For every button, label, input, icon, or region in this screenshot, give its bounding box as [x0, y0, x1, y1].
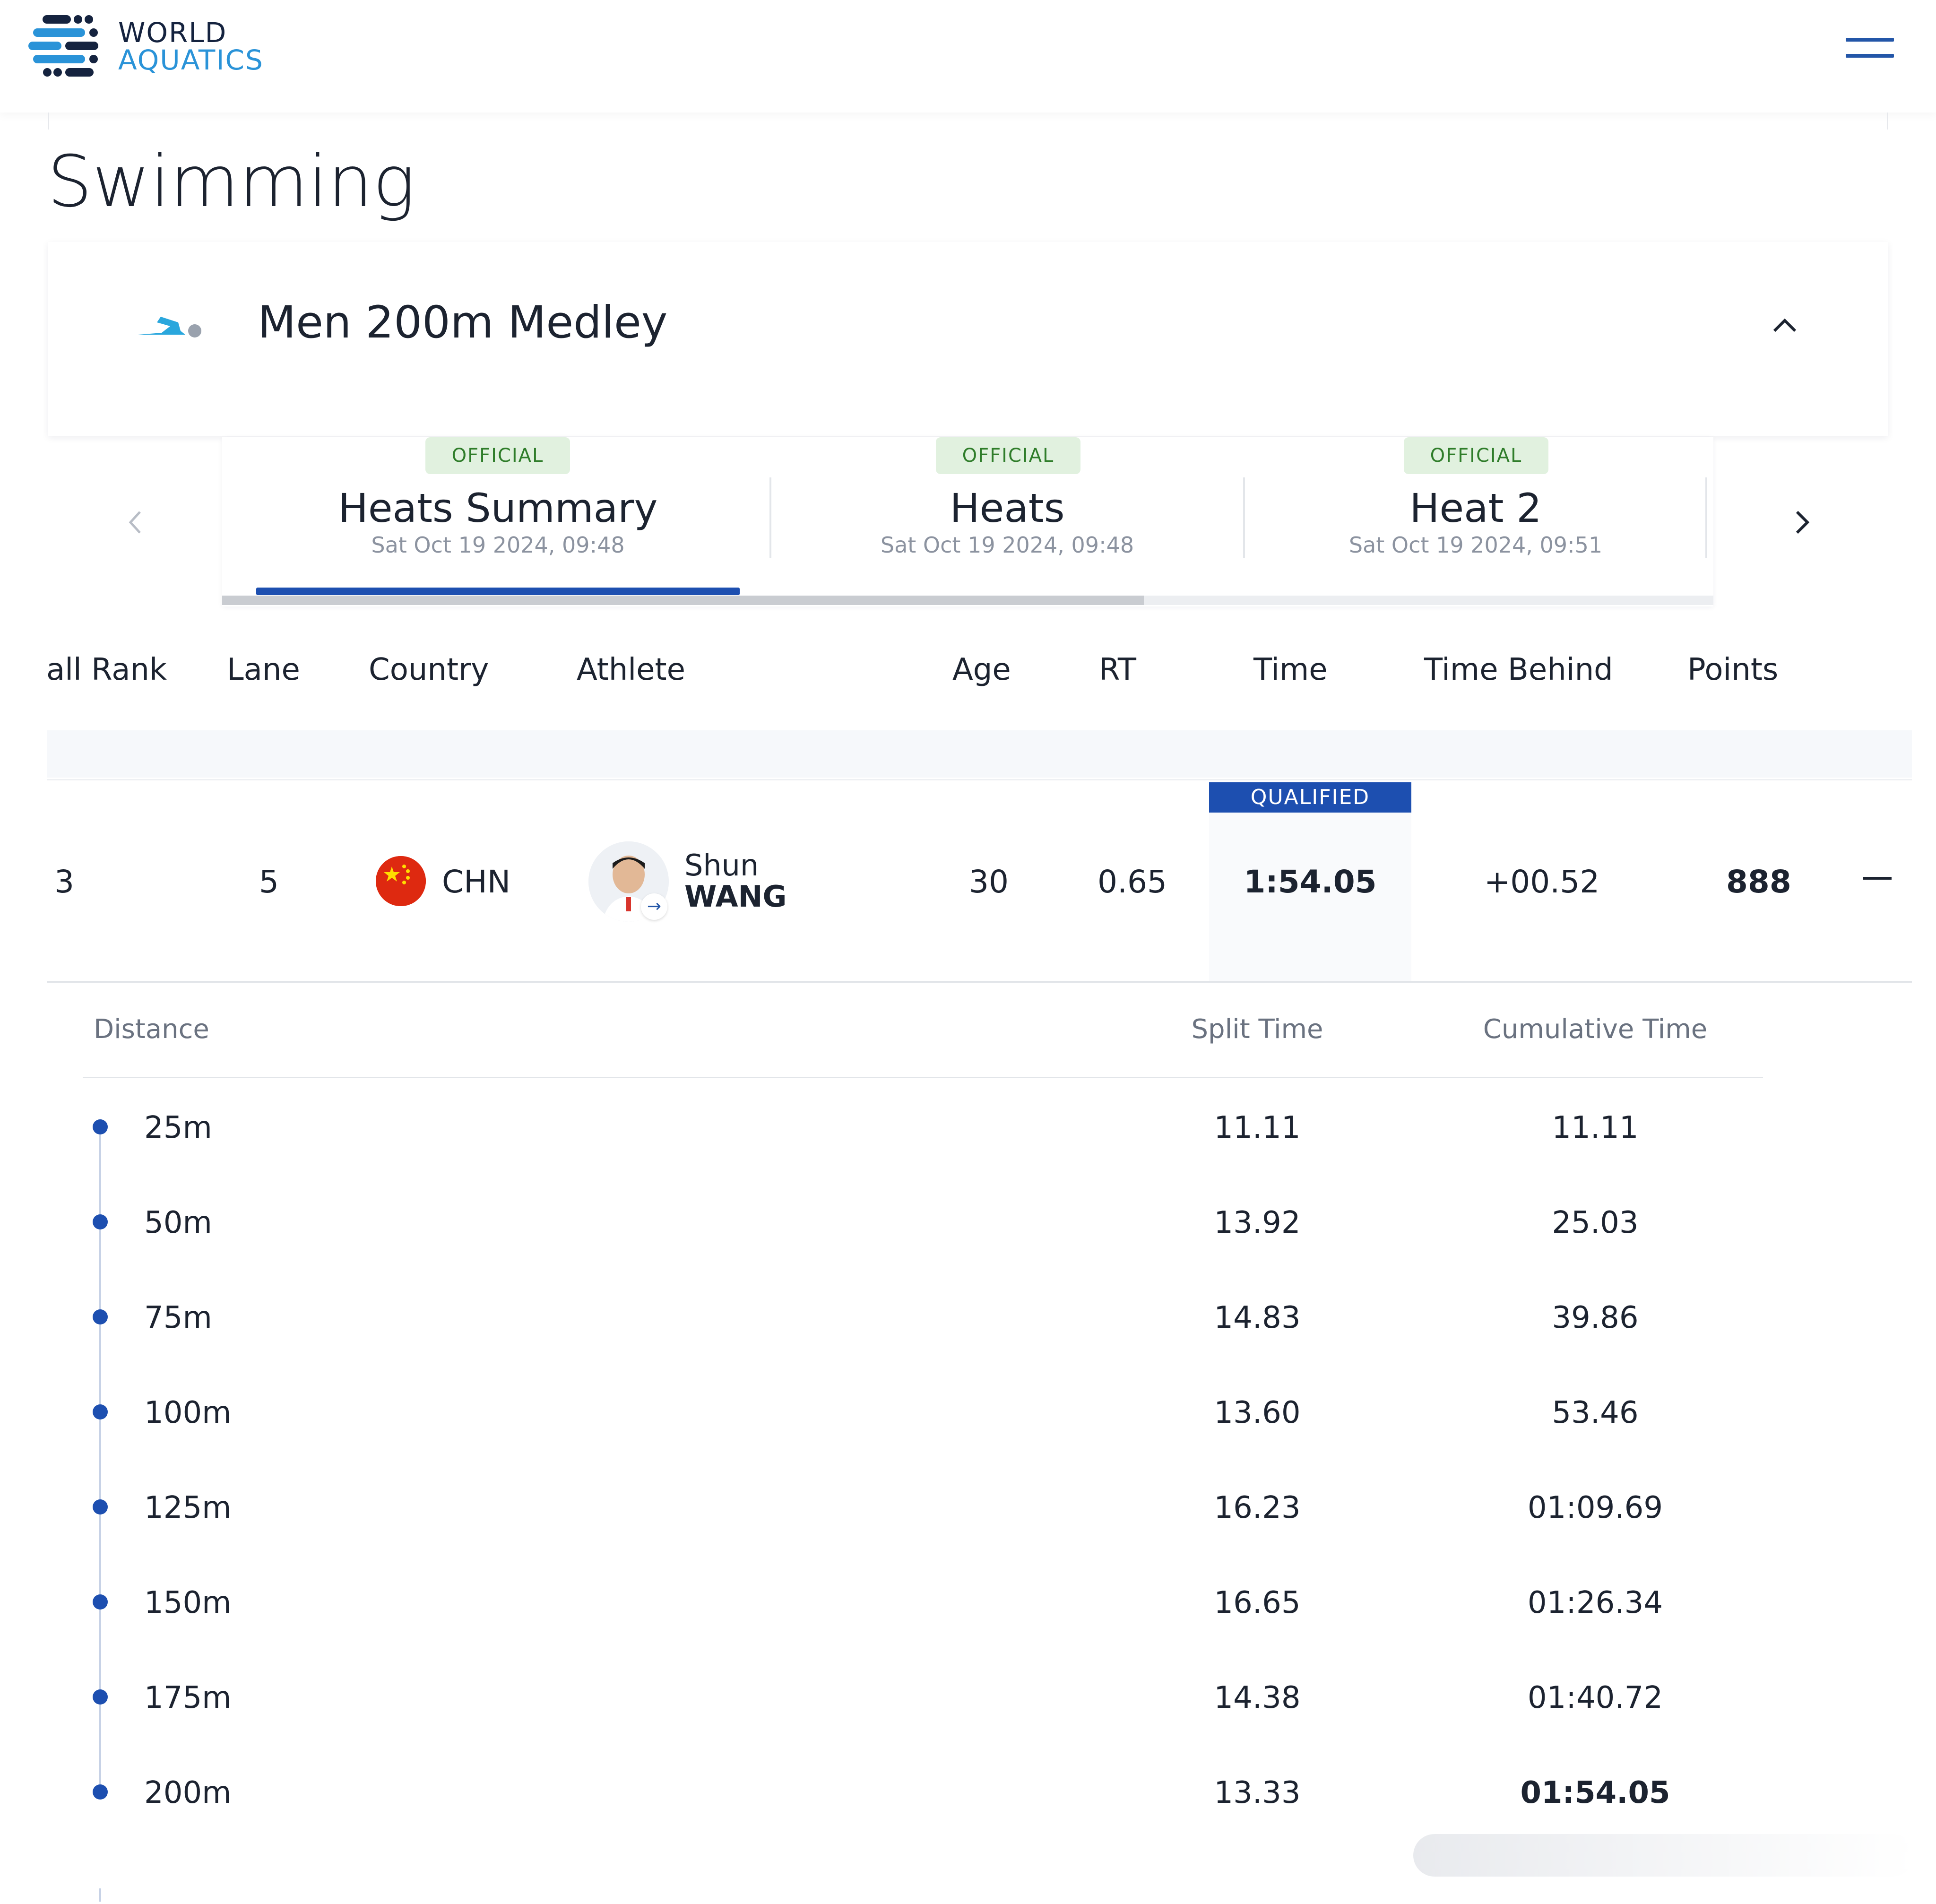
column-header-points[interactable]: Points — [1687, 655, 1778, 685]
timeline-dot-icon — [93, 1689, 108, 1705]
qualified-badge: QUALIFIED — [1209, 782, 1411, 813]
column-header-time-behind[interactable]: Time Behind — [1424, 655, 1613, 685]
split-time: 13.92 — [1214, 1205, 1301, 1240]
timeline-tail — [99, 1888, 101, 1902]
official-badge: OFFICIAL — [936, 437, 1080, 474]
swimmer-icon — [138, 317, 201, 338]
divider — [1887, 113, 1888, 130]
hamburger-menu-icon[interactable] — [1846, 38, 1894, 59]
split-distance: 200m — [144, 1775, 232, 1810]
split-distance: 100m — [144, 1395, 232, 1430]
cumulative-time: 01:09.69 — [1527, 1490, 1663, 1525]
lane-cell: 5 — [259, 864, 279, 900]
split-distance: 125m — [144, 1490, 232, 1525]
timeline-dot-icon — [93, 1119, 108, 1134]
logo-text-aquatics: AQUATICS — [118, 44, 264, 76]
divider — [47, 981, 1912, 983]
official-badge: OFFICIAL — [1404, 437, 1548, 474]
cumulative-time: 01:40.72 — [1527, 1680, 1663, 1715]
table-spacer-row — [47, 730, 1912, 778]
column-header-time[interactable]: Time — [1253, 655, 1328, 685]
tab-heats[interactable]: OFFICIAL Heats Sat Oct 19 2024, 09:48 — [771, 437, 1243, 593]
rank-cell: 3 — [54, 864, 74, 900]
cumulative-time: 39.86 — [1552, 1300, 1639, 1335]
divider — [48, 113, 49, 130]
world-aquatics-logo-icon[interactable] — [28, 14, 104, 80]
tab-date: Sat Oct 19 2024, 09:51 — [1348, 532, 1603, 558]
column-header-athlete[interactable]: Athlete — [577, 655, 685, 685]
split-time: 13.60 — [1214, 1395, 1301, 1430]
divider — [83, 1077, 1763, 1078]
tab-heats-summary[interactable]: OFFICIAL Heats Summary Sat Oct 19 2024, … — [227, 437, 769, 593]
split-time: 11.11 — [1214, 1110, 1301, 1145]
official-badge: OFFICIAL — [425, 437, 570, 474]
collapse-row-icon[interactable] — [1863, 877, 1892, 880]
cumulative-time: 01:54.05 — [1520, 1775, 1670, 1810]
country-code: CHN — [442, 864, 511, 900]
split-distance: 50m — [144, 1205, 212, 1240]
splits-header-distance: Distance — [94, 1014, 209, 1045]
event-title: Men 200m Medley — [258, 297, 668, 348]
tab-date: Sat Oct 19 2024, 09:48 — [880, 532, 1134, 558]
timeline-dot-icon — [93, 1214, 108, 1229]
profile-arrow-icon[interactable]: → — [641, 893, 667, 920]
splits-header-cumulative-time: Cumulative Time — [1483, 1014, 1708, 1045]
time-behind-cell: +00.52 — [1484, 864, 1600, 900]
divider — [47, 779, 1912, 780]
split-distance: 175m — [144, 1680, 232, 1715]
chevron-right-icon[interactable] — [1790, 508, 1814, 537]
china-flag-icon — [376, 856, 426, 906]
column-header-lane[interactable]: Lane — [227, 655, 300, 685]
split-distance: 25m — [144, 1110, 212, 1145]
points-cell: 888 — [1726, 864, 1791, 900]
chevron-left-icon[interactable] — [124, 508, 147, 537]
page-title: Swimming — [47, 141, 415, 223]
column-header-country[interactable]: Country — [369, 655, 489, 685]
cumulative-time: 01:26.34 — [1527, 1585, 1663, 1620]
tab-heat-2[interactable]: OFFICIAL Heat 2 Sat Oct 19 2024, 09:51 — [1245, 437, 1706, 593]
column-header-rank[interactable]: all Rank — [46, 655, 167, 685]
tab-label: Heat 2 — [1409, 485, 1542, 531]
splits-header-split-time: Split Time — [1191, 1014, 1323, 1045]
cumulative-time: 11.11 — [1552, 1110, 1639, 1145]
time-cell: 1:54.05 — [1244, 864, 1377, 900]
athlete-first-name[interactable]: Shun — [684, 851, 759, 880]
split-distance: 150m — [144, 1585, 232, 1620]
chevron-up-icon[interactable] — [1771, 316, 1799, 335]
cumulative-time: 53.46 — [1552, 1395, 1639, 1430]
cumulative-time: 25.03 — [1552, 1205, 1639, 1240]
tab-label: Heats — [950, 485, 1065, 531]
timeline-dot-icon — [93, 1594, 108, 1610]
tabs-scrollbar-thumb[interactable] — [222, 596, 1144, 605]
split-distance: 75m — [144, 1300, 212, 1335]
timeline-dot-icon — [93, 1784, 108, 1800]
timeline-dot-icon — [93, 1499, 108, 1515]
timeline-dot-icon — [93, 1404, 108, 1419]
split-time: 13.33 — [1214, 1775, 1301, 1810]
athlete-last-name[interactable]: WANG — [684, 882, 786, 911]
reaction-time-cell: 0.65 — [1098, 864, 1167, 900]
column-header-age[interactable]: Age — [952, 655, 1011, 685]
timeline-dot-icon — [93, 1309, 108, 1324]
scroll-shadow — [1413, 1834, 1914, 1877]
split-time: 14.83 — [1214, 1300, 1301, 1335]
split-time: 16.65 — [1214, 1585, 1301, 1620]
tab-date: Sat Oct 19 2024, 09:48 — [371, 532, 625, 558]
divider — [1705, 477, 1707, 558]
tab-label: Heats Summary — [338, 485, 658, 531]
split-time: 16.23 — [1214, 1490, 1301, 1525]
active-tab-indicator — [256, 588, 740, 595]
top-navigation-bar — [0, 0, 1936, 113]
column-header-rt[interactable]: RT — [1099, 655, 1136, 685]
logo-text-world: WORLD — [118, 17, 227, 49]
age-cell: 30 — [969, 864, 1009, 900]
split-time: 14.38 — [1214, 1680, 1301, 1715]
